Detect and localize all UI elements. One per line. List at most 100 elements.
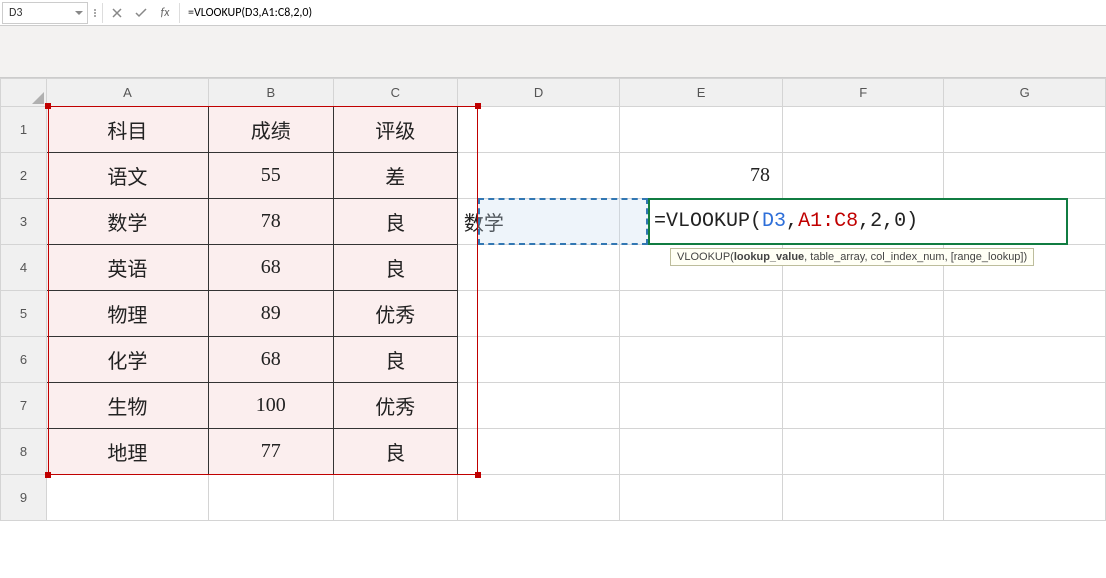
grid[interactable]: A B C D E F G 1 科目 成绩 评级 2 语文 55 差 78 xyxy=(0,78,1106,521)
row-head-4[interactable]: 4 xyxy=(1,245,47,291)
cell-F7[interactable] xyxy=(782,383,943,429)
cell-D1[interactable] xyxy=(457,107,619,153)
cell-B3[interactable]: 78 xyxy=(208,199,333,245)
formula-bar: D3 fx xyxy=(0,0,1106,26)
cell-C4[interactable]: 良 xyxy=(333,245,457,291)
cell-A2[interactable]: 语文 xyxy=(46,153,208,199)
row-head-8[interactable]: 8 xyxy=(1,429,47,475)
cell-editor-E3[interactable]: =VLOOKUP(D3,A1:C8,2,0) xyxy=(648,198,1068,245)
cell-F9[interactable] xyxy=(782,475,943,521)
name-box[interactable]: D3 xyxy=(2,2,88,24)
row-head-3[interactable]: 3 xyxy=(1,199,47,245)
cell-D8[interactable] xyxy=(457,429,619,475)
cell-C6[interactable]: 良 xyxy=(333,337,457,383)
cell-B8[interactable]: 77 xyxy=(208,429,333,475)
row-head-6[interactable]: 6 xyxy=(1,337,47,383)
cell-E6[interactable] xyxy=(620,337,783,383)
cell-E7[interactable] xyxy=(620,383,783,429)
formula-input[interactable] xyxy=(182,2,1106,24)
cell-A4[interactable]: 英语 xyxy=(46,245,208,291)
cell-F5[interactable] xyxy=(782,291,943,337)
cell-D4[interactable] xyxy=(457,245,619,291)
cell-B7[interactable]: 100 xyxy=(208,383,333,429)
function-tooltip: VLOOKUP(lookup_value, table_array, col_i… xyxy=(670,248,1034,266)
cancel-button[interactable] xyxy=(105,2,129,24)
cell-C8[interactable]: 良 xyxy=(333,429,457,475)
cell-F8[interactable] xyxy=(782,429,943,475)
cell-E8[interactable] xyxy=(620,429,783,475)
cell-A1[interactable]: 科目 xyxy=(46,107,208,153)
col-head-E[interactable]: E xyxy=(620,79,783,107)
formula-token-func: =VLOOKUP( xyxy=(654,210,762,233)
col-head-B[interactable]: B xyxy=(208,79,333,107)
cell-A3[interactable]: 数学 xyxy=(46,199,208,245)
cell-E2[interactable]: 78 xyxy=(620,153,783,199)
enter-button[interactable] xyxy=(129,2,153,24)
tooltip-rest: , table_array, col_index_num, [range_loo… xyxy=(804,251,1027,263)
tooltip-active-arg: lookup_value xyxy=(734,251,804,263)
row-head-1[interactable]: 1 xyxy=(1,107,47,153)
col-head-F[interactable]: F xyxy=(782,79,943,107)
formula-token-ref2: A1:C8 xyxy=(798,210,858,233)
x-icon xyxy=(112,8,122,18)
cell-G2[interactable] xyxy=(944,153,1106,199)
chevron-down-icon[interactable] xyxy=(75,11,83,15)
select-all-corner[interactable] xyxy=(1,79,47,107)
row-head-2[interactable]: 2 xyxy=(1,153,47,199)
check-icon xyxy=(135,8,147,18)
col-head-G[interactable]: G xyxy=(944,79,1106,107)
cell-B6[interactable]: 68 xyxy=(208,337,333,383)
col-head-C[interactable]: C xyxy=(333,79,457,107)
cell-G5[interactable] xyxy=(944,291,1106,337)
cell-G1[interactable] xyxy=(944,107,1106,153)
select-all-icon xyxy=(32,92,44,104)
cell-G6[interactable] xyxy=(944,337,1106,383)
cell-B1[interactable]: 成绩 xyxy=(208,107,333,153)
cell-D6[interactable] xyxy=(457,337,619,383)
cell-C1[interactable]: 评级 xyxy=(333,107,457,153)
spreadsheet[interactable]: A B C D E F G 1 科目 成绩 评级 2 语文 55 差 78 xyxy=(0,78,1106,521)
col-head-D[interactable]: D xyxy=(457,79,619,107)
formula-token-sep: , xyxy=(786,210,798,233)
cell-G9[interactable] xyxy=(944,475,1106,521)
cell-D7[interactable] xyxy=(457,383,619,429)
tooltip-fn: VLOOKUP( xyxy=(677,251,734,263)
row-head-7[interactable]: 7 xyxy=(1,383,47,429)
cell-D2[interactable] xyxy=(457,153,619,199)
separator xyxy=(179,3,180,23)
fx-label[interactable]: fx xyxy=(153,6,177,20)
cell-G7[interactable] xyxy=(944,383,1106,429)
cell-F2[interactable] xyxy=(782,153,943,199)
formula-token-tail: ,2,0) xyxy=(858,210,918,233)
cell-A8[interactable]: 地理 xyxy=(46,429,208,475)
cell-C2[interactable]: 差 xyxy=(333,153,457,199)
cell-B5[interactable]: 89 xyxy=(208,291,333,337)
cell-B9[interactable] xyxy=(208,475,333,521)
cell-B2[interactable]: 55 xyxy=(208,153,333,199)
formula-token-ref1: D3 xyxy=(762,210,786,233)
cell-E5[interactable] xyxy=(620,291,783,337)
cell-C5[interactable]: 优秀 xyxy=(333,291,457,337)
cell-C3[interactable]: 良 xyxy=(333,199,457,245)
col-head-A[interactable]: A xyxy=(46,79,208,107)
separator xyxy=(102,3,103,23)
cell-F1[interactable] xyxy=(782,107,943,153)
cell-A5[interactable]: 物理 xyxy=(46,291,208,337)
cell-A7[interactable]: 生物 xyxy=(46,383,208,429)
cell-C7[interactable]: 优秀 xyxy=(333,383,457,429)
name-box-value: D3 xyxy=(9,6,22,20)
drag-handle-icon[interactable] xyxy=(90,9,100,17)
cell-D5[interactable] xyxy=(457,291,619,337)
cell-D9[interactable] xyxy=(457,475,619,521)
cell-B4[interactable]: 68 xyxy=(208,245,333,291)
cell-C9[interactable] xyxy=(333,475,457,521)
cell-E9[interactable] xyxy=(620,475,783,521)
cell-A6[interactable]: 化学 xyxy=(46,337,208,383)
cell-A9[interactable] xyxy=(46,475,208,521)
cell-G8[interactable] xyxy=(944,429,1106,475)
cell-F6[interactable] xyxy=(782,337,943,383)
cell-E1[interactable] xyxy=(620,107,783,153)
cell-D3[interactable]: 数学 xyxy=(457,199,619,245)
row-head-9[interactable]: 9 xyxy=(1,475,47,521)
row-head-5[interactable]: 5 xyxy=(1,291,47,337)
